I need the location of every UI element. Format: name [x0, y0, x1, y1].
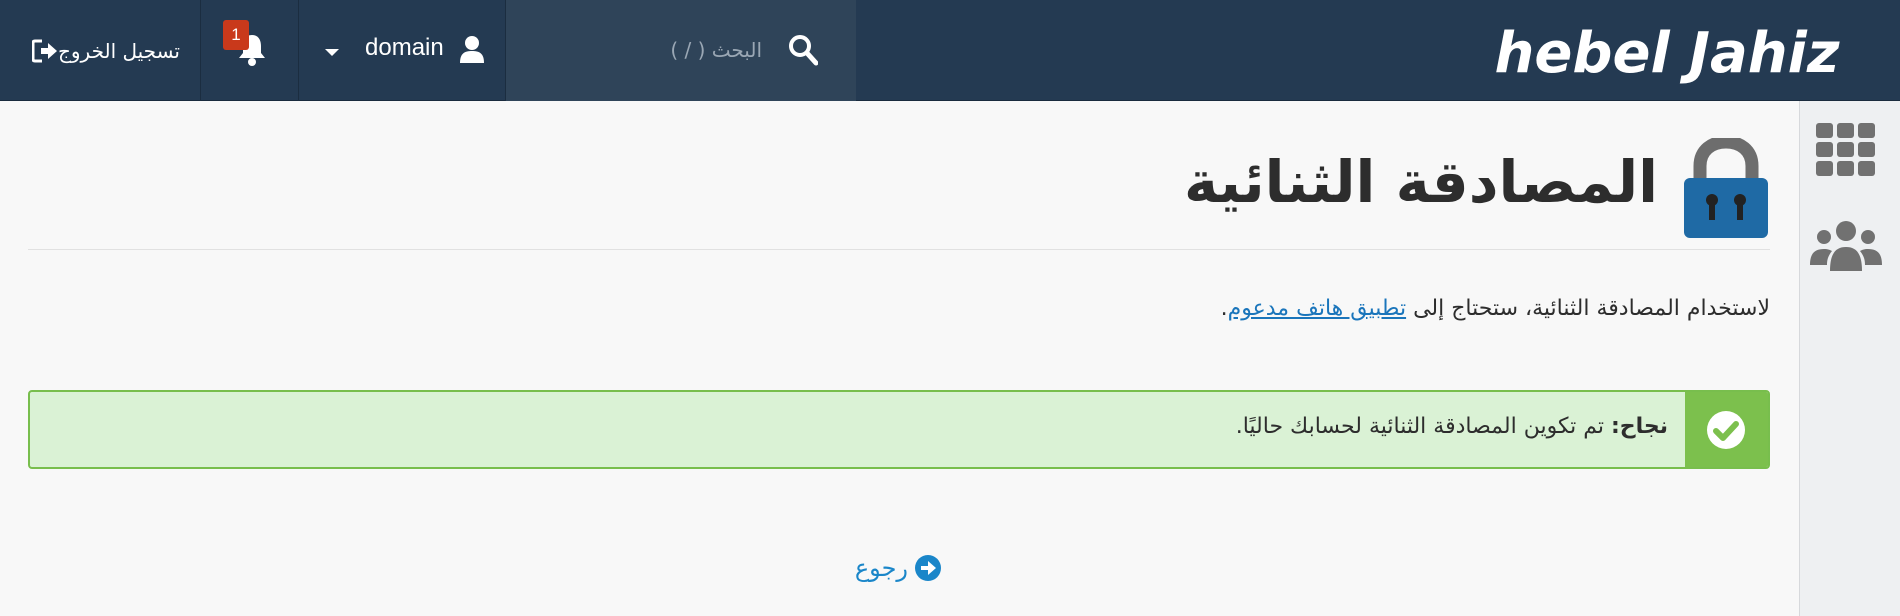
- brand-text: hebel Jahiz: [1495, 21, 1840, 86]
- right-sidebar: [1799, 101, 1900, 616]
- notifications-button[interactable]: 1: [200, 0, 298, 101]
- top-navbar: hebel Jahiz domain 1 تسجيل الخروج: [0, 0, 1900, 101]
- sign-out-icon: [31, 39, 57, 63]
- user-menu-dropdown[interactable]: domain: [298, 0, 506, 101]
- user-name: domain: [365, 34, 444, 61]
- alert-icon-box: [1685, 392, 1768, 467]
- alert-label: نجاح:: [1610, 414, 1668, 439]
- user-icon: [460, 36, 484, 63]
- notification-count-badge: 1: [223, 20, 249, 50]
- supported-app-link[interactable]: تطبيق هاتف مدعوم: [1228, 296, 1406, 321]
- lock-icon: [1684, 138, 1768, 238]
- logout-label: تسجيل الخروج: [57, 39, 180, 63]
- people-icon[interactable]: [1810, 219, 1882, 275]
- check-circle-icon: [1707, 411, 1745, 449]
- brand-logo[interactable]: hebel Jahiz: [1472, 12, 1862, 90]
- chevron-down-icon: [325, 49, 339, 56]
- description-end: .: [1220, 296, 1228, 321]
- search-box[interactable]: [506, 0, 856, 101]
- page-description: لاستخدام المصادقة الثنائية، ستحتاج إلى ت…: [28, 296, 1770, 321]
- alert-body: تم تكوين المصادقة الثنائية لحسابك حاليًا…: [1235, 414, 1611, 439]
- search-icon[interactable]: [788, 34, 818, 66]
- success-alert: نجاح: تم تكوين المصادقة الثنائية لحسابك …: [28, 390, 1770, 469]
- page-header: المصادقة الثنائية: [28, 130, 1770, 250]
- back-link[interactable]: رجوع: [852, 551, 942, 585]
- arrow-circle-right-icon: [915, 555, 941, 581]
- search-input[interactable]: [562, 30, 762, 70]
- grid-icon[interactable]: [1816, 123, 1876, 177]
- page-title: المصادقة الثنائية: [1184, 148, 1658, 216]
- back-label: رجوع: [854, 554, 908, 582]
- logout-link[interactable]: تسجيل الخروج: [20, 36, 180, 66]
- description-text: لاستخدام المصادقة الثنائية، ستحتاج إلى: [1406, 296, 1770, 321]
- alert-message: نجاح: تم تكوين المصادقة الثنائية لحسابك …: [168, 414, 1668, 439]
